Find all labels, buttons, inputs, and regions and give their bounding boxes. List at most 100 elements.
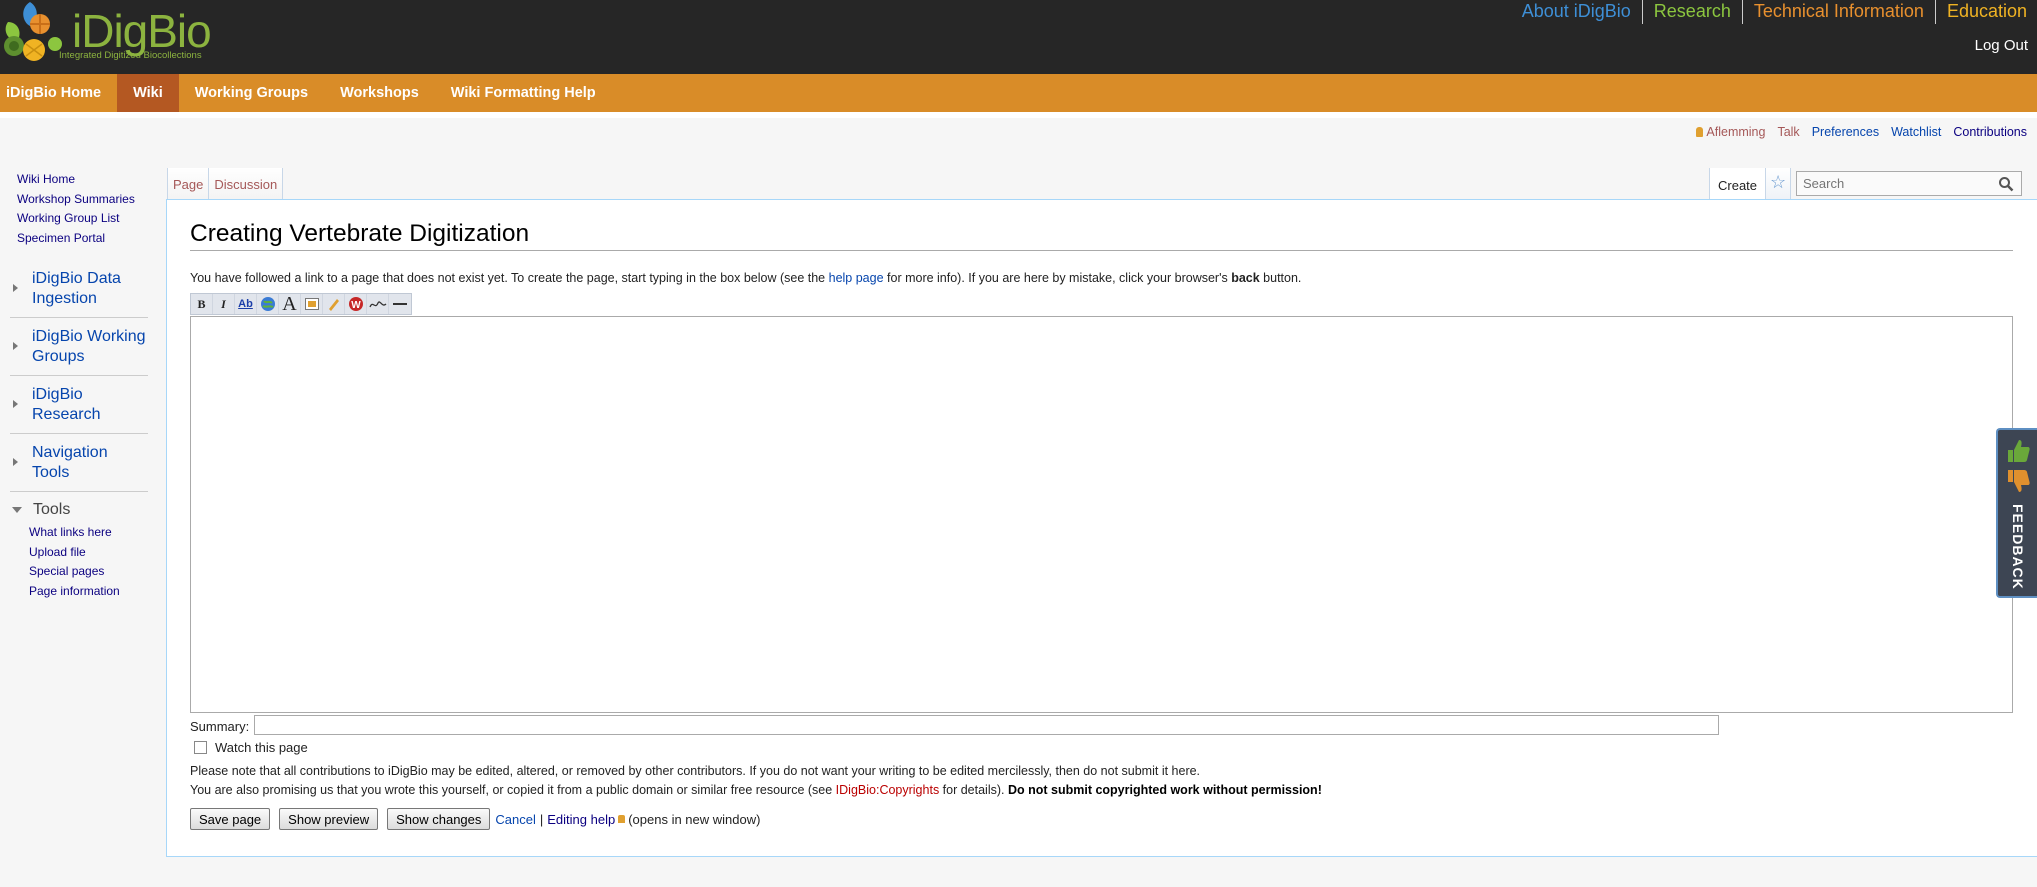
main-navigation: iDigBio Home Wiki Working Groups Worksho… <box>0 74 2037 112</box>
media-link-icon[interactable] <box>323 294 345 314</box>
idigbio-logo[interactable]: iDigBio Integrated Digitized Biocollecti… <box>0 0 215 64</box>
embedded-file-icon[interactable] <box>301 294 323 314</box>
sidebar-portal-working-groups[interactable]: iDigBio Working Groups <box>10 318 148 376</box>
expand-arrow-icon <box>13 283 18 292</box>
main-content: Creating Vertebrate Digitization You hav… <box>166 199 2037 857</box>
summary-input[interactable] <box>254 715 1719 735</box>
tab-create[interactable]: Create <box>1709 168 1766 201</box>
new-window-note: (opens in new window) <box>628 811 761 827</box>
site-header: iDigBio Integrated Digitized Biocollecti… <box>0 0 2037 74</box>
top-nav-technical-information[interactable]: Technical Information <box>1743 0 1936 24</box>
portal-label[interactable]: iDigBio Data Ingestion <box>32 269 148 309</box>
main-nav-wiki-formatting-help[interactable]: Wiki Formatting Help <box>435 74 612 112</box>
nowiki-icon[interactable]: W <box>345 294 367 314</box>
logo-tagline: Integrated Digitized Biocollections <box>59 50 202 61</box>
portal-label[interactable]: iDigBio Working Groups <box>32 327 148 367</box>
user-page-link[interactable]: Aflemming <box>1706 125 1765 139</box>
tools-what-links-here[interactable]: What links here <box>29 525 112 539</box>
tools-heading[interactable]: Tools <box>10 500 160 520</box>
show-preview-button[interactable]: Show preview <box>279 808 379 830</box>
top-nav-about[interactable]: About iDigBio <box>1511 0 1643 24</box>
contribution-notice: Please note that all contributions to iD… <box>190 764 1201 778</box>
sidebar-portal-research[interactable]: iDigBio Research <box>10 376 148 434</box>
copyright-text: You are also promising us that you wrote… <box>190 783 836 797</box>
page-title: Creating Vertebrate Digitization <box>190 220 2013 251</box>
summary-label: Summary: <box>190 719 250 734</box>
edit-toolbar: B I Ab A W <box>190 293 412 315</box>
signature-icon[interactable] <box>367 294 389 314</box>
sidebar-item-working-group-list[interactable]: Working Group List <box>17 209 160 229</box>
copyright-warning-bold: Do not submit copyrighted work without p… <box>1007 783 1322 797</box>
separator: | <box>539 811 544 827</box>
main-nav-home[interactable]: iDigBio Home <box>0 74 117 112</box>
top-nav-education[interactable]: Education <box>1936 0 2037 24</box>
feedback-label[interactable]: FEEDBACK <box>2000 502 2036 592</box>
collapse-arrow-icon[interactable] <box>12 507 22 513</box>
search-icon[interactable] <box>1998 176 2014 192</box>
sidebar-tools: Tools What links here Upload file Specia… <box>10 492 160 601</box>
user-icon <box>1696 127 1704 137</box>
tab-discussion[interactable]: Discussion <box>208 168 282 200</box>
portal-label[interactable]: iDigBio Research <box>32 385 148 425</box>
expand-arrow-icon <box>13 341 18 350</box>
watch-page-label[interactable]: Watch this page <box>215 740 308 755</box>
nav-divider <box>0 112 2037 118</box>
personal-tools: Aflemming Talk Preferences Watchlist Con… <box>1696 125 2027 139</box>
bold-icon[interactable]: B <box>191 294 213 314</box>
copyright-text: for details). <box>939 783 1008 797</box>
main-nav-wiki[interactable]: Wiki <box>117 74 179 112</box>
list-item: Special pages <box>29 562 160 582</box>
sidebar-item-specimen-portal[interactable]: Specimen Portal <box>17 229 160 249</box>
italic-icon[interactable]: I <box>213 294 235 314</box>
horizontal-line-icon[interactable] <box>389 294 411 314</box>
sidebar: Wiki Home Workshop Summaries Working Gro… <box>0 170 160 601</box>
editing-help-link[interactable]: Editing help <box>547 812 615 827</box>
thumbs-down-icon[interactable] <box>2006 468 2030 494</box>
notice-text: button. <box>1259 271 1302 285</box>
namespace-tabs: Page Discussion <box>167 168 284 200</box>
notice-text: for more info). If you are here by mista… <box>883 271 1232 285</box>
help-page-link[interactable]: help page <box>829 271 884 285</box>
sidebar-item-wiki-home[interactable]: Wiki Home <box>17 170 160 190</box>
search-input[interactable] <box>1796 171 2022 196</box>
list-item: Page information <box>29 582 160 602</box>
tools-upload-file[interactable]: Upload file <box>29 545 86 559</box>
sidebar-portal-navigation-tools[interactable]: Navigation Tools <box>10 434 148 492</box>
top-nav-research[interactable]: Research <box>1643 0 1743 24</box>
tools-page-information[interactable]: Page information <box>29 584 120 598</box>
sidebar-portal-data-ingestion[interactable]: iDigBio Data Ingestion <box>10 260 148 318</box>
internal-link-icon[interactable]: Ab <box>235 294 257 314</box>
logout-link[interactable]: Log Out <box>1975 37 2028 54</box>
copyrights-link[interactable]: IDigBio:Copyrights <box>836 783 940 797</box>
notice-bold-text: back <box>1231 271 1260 285</box>
contributions-link[interactable]: Contributions <box>1953 125 2027 139</box>
tools-special-pages[interactable]: Special pages <box>29 564 104 578</box>
watch-star-icon[interactable]: ☆ <box>1765 168 1792 200</box>
sidebar-nav-links: Wiki Home Workshop Summaries Working Gro… <box>0 170 160 248</box>
copyright-notice: You are also promising us that you wrote… <box>190 783 1322 797</box>
new-page-notice: You have followed a link to a page that … <box>190 271 1301 285</box>
main-nav-working-groups[interactable]: Working Groups <box>179 74 324 112</box>
edit-actions: Save page Show preview Show changes Canc… <box>190 808 760 830</box>
feedback-widget[interactable]: FEEDBACK <box>1996 428 2037 598</box>
heading-icon[interactable]: A <box>279 293 301 315</box>
main-nav-workshops[interactable]: Workshops <box>324 74 435 112</box>
watchlist-link[interactable]: Watchlist <box>1891 125 1941 139</box>
external-link-icon[interactable] <box>257 294 279 314</box>
lock-icon <box>618 815 626 823</box>
list-item: What links here <box>29 523 160 543</box>
cancel-link[interactable]: Cancel <box>495 812 535 827</box>
user-talk-link[interactable]: Talk <box>1777 125 1799 139</box>
list-item: Upload file <box>29 543 160 563</box>
save-page-button[interactable]: Save page <box>190 808 271 830</box>
portal-label[interactable]: Navigation Tools <box>32 443 148 483</box>
svg-text:W: W <box>351 300 361 311</box>
tab-page[interactable]: Page <box>167 168 208 200</box>
show-changes-button[interactable]: Show changes <box>387 808 491 830</box>
watch-page-checkbox[interactable] <box>194 741 207 754</box>
preferences-link[interactable]: Preferences <box>1812 125 1879 139</box>
expand-arrow-icon <box>13 399 18 408</box>
wikitext-editor[interactable] <box>190 316 2013 713</box>
thumbs-up-icon[interactable] <box>2006 438 2030 464</box>
sidebar-item-workshop-summaries[interactable]: Workshop Summaries <box>17 190 160 210</box>
